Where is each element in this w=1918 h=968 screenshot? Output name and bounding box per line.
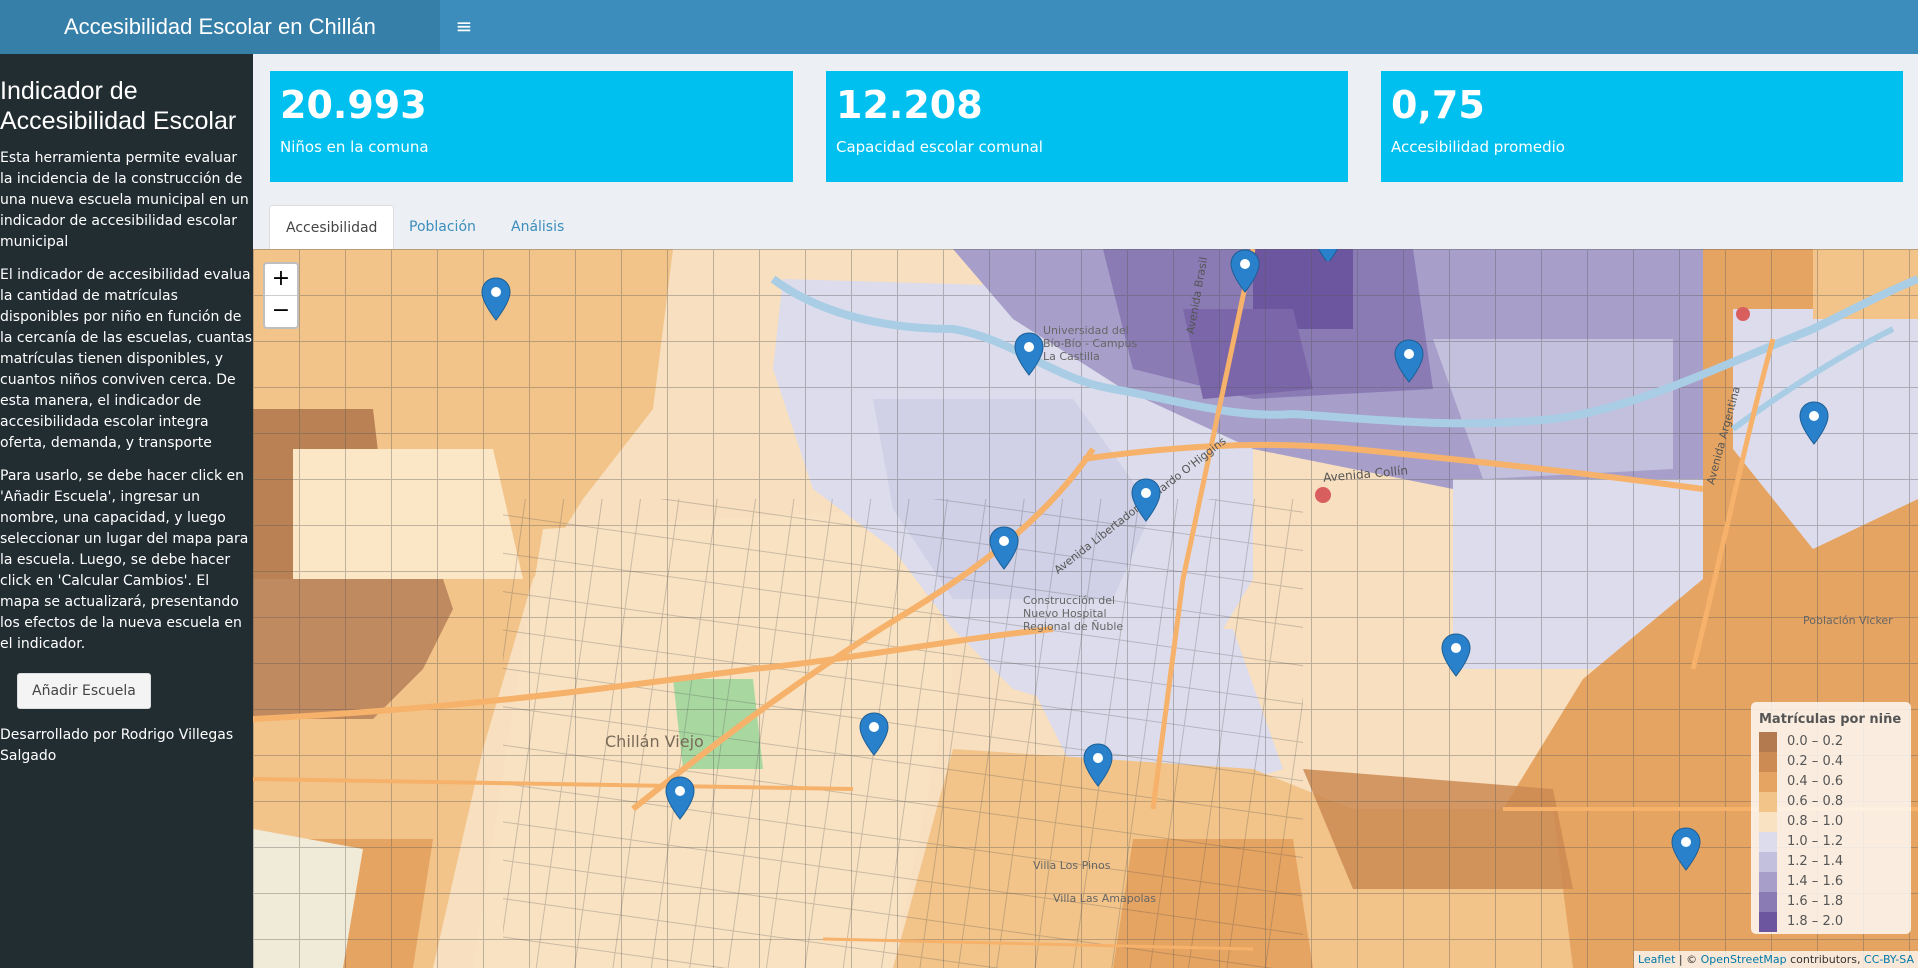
legend-label: 0.2 – 0.4 [1787,754,1844,769]
place-label-chillan-viejo: Chillán Viejo [605,732,704,751]
osm-link[interactable]: OpenStreetMap [1701,953,1787,966]
legend-swatch [1759,792,1777,812]
map-pin-icon [1083,743,1113,787]
school-capacity: 12.208 [836,83,983,127]
map-pin-icon [1131,478,1161,522]
school-marker[interactable] [1671,827,1701,871]
average-accessibility-label: Accesibilidad promedio [1391,138,1565,156]
legend-label: 0.6 – 0.8 [1787,794,1844,809]
children-count: 20.993 [280,83,427,127]
place-label-villa-las-amapolas: Villa Las Amapolas [1053,892,1157,905]
map-pin-icon [1394,339,1424,383]
legend-swatch [1759,852,1777,872]
school-capacity-label: Capacidad escolar comunal [836,138,1043,156]
map-pin-icon [989,526,1019,570]
sidebar-heading: Indicador de Accesibilidad Escolar [0,77,237,135]
map-pin-icon [1671,827,1701,871]
school-marker[interactable] [1230,249,1260,293]
tab-poblacion[interactable]: Población [393,205,492,249]
legend-label: 1.8 – 2.0 [1787,914,1844,929]
leaflet-link[interactable]: Leaflet [1638,953,1675,966]
sidebar: Indicador de Accesibilidad Escolar Esta … [0,54,253,968]
school-marker[interactable] [1131,478,1161,522]
legend-swatch [1759,732,1777,752]
map-pin-icon [1318,249,1338,261]
app-title[interactable]: Accesibilidad Escolar en Chillán [0,0,440,54]
value-box-children: 20.993 Niños en la comuna [270,71,793,182]
legend-swatch [1759,832,1777,852]
school-marker[interactable] [665,776,695,820]
attribution-contributors: contributors, [1786,953,1865,966]
legend-label: 1.0 – 1.2 [1787,834,1844,849]
hamburger-icon[interactable]: ≡ [440,0,488,54]
school-marker[interactable] [1394,339,1424,383]
legend-label: 0.0 – 0.2 [1787,734,1844,749]
place-label-hospital-construction: Construcción del Nuevo Hospital Regional… [1023,594,1124,633]
place-label-university: Universidad del Bío-Bío - Campus La Cast… [1043,324,1138,363]
average-accessibility: 0,75 [1391,83,1485,127]
legend-label: 0.8 – 1.0 [1787,814,1844,829]
school-marker[interactable] [1083,743,1113,787]
legend-swatch [1759,812,1777,832]
school-marker[interactable] [1799,401,1829,445]
map-pin-icon [1441,633,1471,677]
map-attribution: Leaflet | © OpenStreetMap contributors, … [1633,951,1918,968]
sidebar-indicator-text: El indicador de accesibilidad evalua la … [0,267,253,451]
children-count-label: Niños en la comuna [280,138,429,156]
school-marker[interactable] [1441,633,1471,677]
map-legend: Matrículas por niñe 0.0 – 0.2 0.2 – 0.4 … [1751,702,1911,934]
attribution-separator: | © [1675,953,1701,966]
school-marker[interactable] [989,526,1019,570]
sidebar-usage-text: Para usarlo, se debe hacer click en 'Aña… [0,468,249,652]
school-marker[interactable] [481,277,511,321]
legend-label: 1.4 – 1.6 [1787,874,1844,889]
map-pin-icon [1230,249,1260,293]
top-navbar: Accesibilidad Escolar en Chillán ≡ [0,0,1918,54]
zoom-control: + − [263,262,299,329]
developer-credit: Desarrollado por Rodrigo Villegas Salgad… [0,727,234,764]
school-marker[interactable] [859,712,889,756]
license-link[interactable]: CC-BY-SA [1864,953,1914,966]
legend-title: Matrículas por niñe [1759,712,1902,727]
legend-label: 1.2 – 1.4 [1787,854,1844,869]
sidebar-intro-text: Esta herramienta permite evaluar la inci… [0,150,249,250]
tab-analisis[interactable]: Análisis [495,205,580,249]
legend-swatch [1759,872,1777,892]
map-pin-icon [665,776,695,820]
place-label-villa-los-pinos: Villa Los Pinos [1033,859,1111,872]
school-marker[interactable] [1313,249,1343,261]
legend-label: 1.6 – 1.8 [1787,894,1844,909]
value-box-capacity: 12.208 Capacidad escolar comunal [826,71,1348,182]
school-marker[interactable] [1014,332,1044,376]
value-box-accessibility: 0,75 Accesibilidad promedio [1381,71,1903,182]
legend-label: 0.4 – 0.6 [1787,774,1844,789]
accessibility-map[interactable]: Chillán Viejo Avenida Collín Avenida Lib… [253,249,1918,968]
zoom-in-button[interactable]: + [265,264,297,295]
legend-swatch [1759,752,1777,772]
add-school-button[interactable]: Añadir Escuela [17,673,151,709]
zoom-out-button[interactable]: − [265,295,297,327]
map-pin-icon [481,277,511,321]
map-pin-icon [1799,401,1829,445]
map-pin-icon [1014,332,1044,376]
legend-swatch [1759,772,1777,792]
legend-swatch [1759,892,1777,912]
tab-accesibilidad[interactable]: Accesibilidad [269,205,395,250]
place-label-poblacion-vicker: Población Vicker [1803,614,1893,627]
legend-swatch [1759,912,1777,932]
map-pin-icon [859,712,889,756]
